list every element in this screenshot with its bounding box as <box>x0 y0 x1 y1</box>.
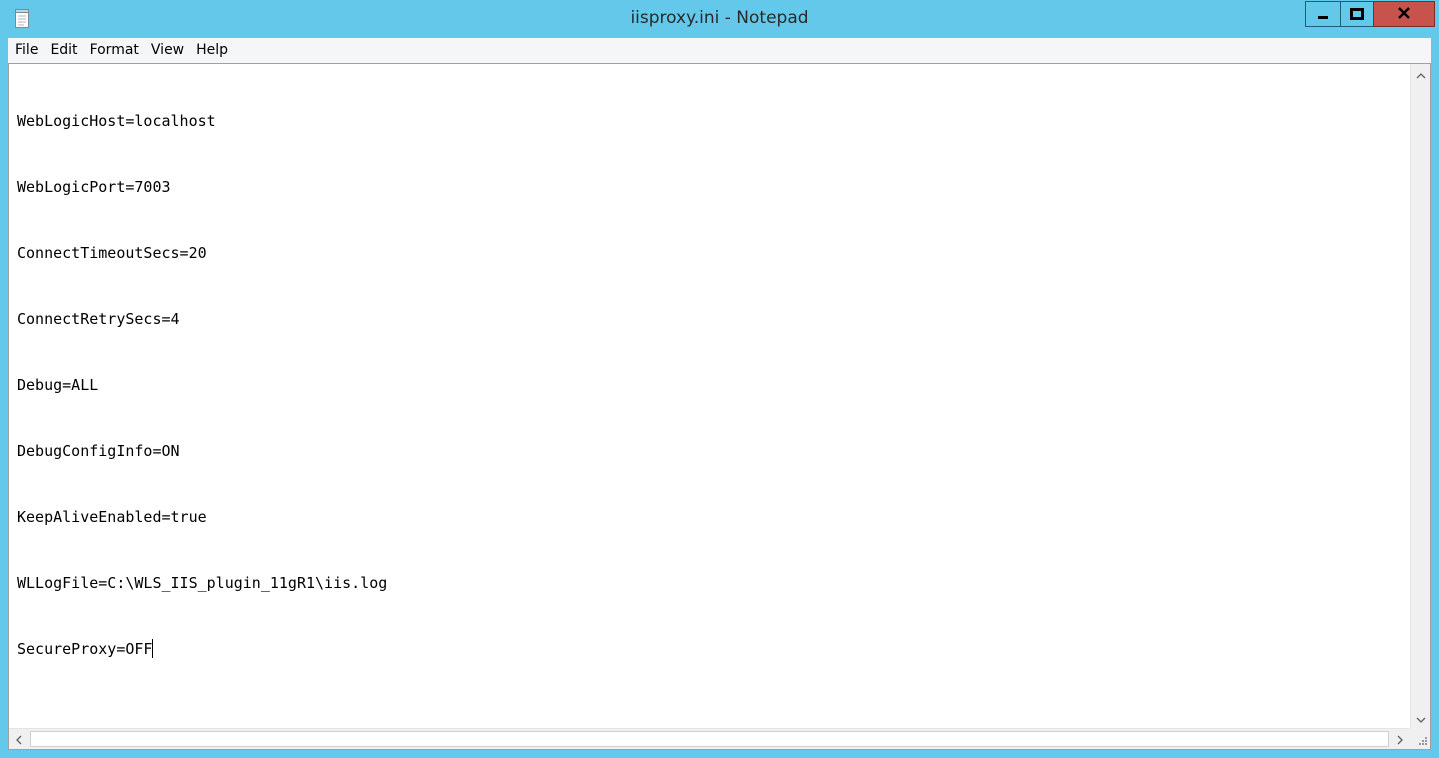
text-line: KeepAliveEnabled=true <box>17 508 207 526</box>
text-line-content: SecureProxy=OFF <box>17 640 153 658</box>
close-button[interactable] <box>1373 1 1435 27</box>
text-line: DebugConfigInfo=ON <box>17 442 180 460</box>
text-content[interactable]: WebLogicHost=localhost WebLogicPort=7003… <box>17 66 1410 727</box>
title-bar[interactable]: iisproxy.ini - Notepad <box>0 0 1439 38</box>
scroll-left-button[interactable] <box>10 730 28 748</box>
menu-format[interactable]: Format <box>84 38 145 63</box>
horizontal-scroll-thumb[interactable] <box>30 731 1389 747</box>
maximize-icon <box>1350 5 1364 24</box>
chevron-left-icon <box>15 730 23 749</box>
text-caret <box>152 639 154 658</box>
scroll-down-button[interactable] <box>1412 709 1430 727</box>
window-title: iisproxy.ini - Notepad <box>630 8 809 28</box>
size-grip[interactable] <box>1410 728 1430 749</box>
vertical-scrollbar[interactable] <box>1410 64 1430 728</box>
text-line: Debug=ALL <box>17 376 99 394</box>
minimize-button[interactable] <box>1305 1 1340 27</box>
text-line: WLLogFile=C:\WLS_IIS_plugin_11gR1\iis.lo… <box>17 574 388 592</box>
notepad-window: iisproxy.ini - Notepad File Edit Format … <box>0 0 1439 758</box>
maximize-button[interactable] <box>1340 1 1373 27</box>
menu-view[interactable]: View <box>145 38 190 63</box>
menu-edit[interactable]: Edit <box>44 38 83 63</box>
scroll-right-button[interactable] <box>1391 730 1409 748</box>
text-line-last: SecureProxy=OFF <box>17 638 1410 660</box>
horizontal-scrollbar[interactable] <box>9 728 1410 749</box>
text-editor[interactable]: WebLogicHost=localhost WebLogicPort=7003… <box>8 63 1431 750</box>
menu-bar: File Edit Format View Help <box>8 38 1431 63</box>
chevron-down-icon <box>1416 709 1426 728</box>
text-line: WebLogicPort=7003 <box>17 178 171 196</box>
text-line: ConnectRetrySecs=4 <box>17 310 180 328</box>
resize-grip-icon <box>1410 734 1430 753</box>
text-line: WebLogicHost=localhost <box>17 112 216 130</box>
scroll-up-button[interactable] <box>1412 65 1430 83</box>
menu-file[interactable]: File <box>8 38 44 63</box>
chevron-right-icon <box>1396 730 1404 749</box>
chevron-up-icon <box>1416 65 1426 84</box>
menu-help[interactable]: Help <box>190 38 234 63</box>
text-line: ConnectTimeoutSecs=20 <box>17 244 207 262</box>
minimize-icon <box>1317 5 1329 24</box>
close-icon <box>1397 5 1411 24</box>
